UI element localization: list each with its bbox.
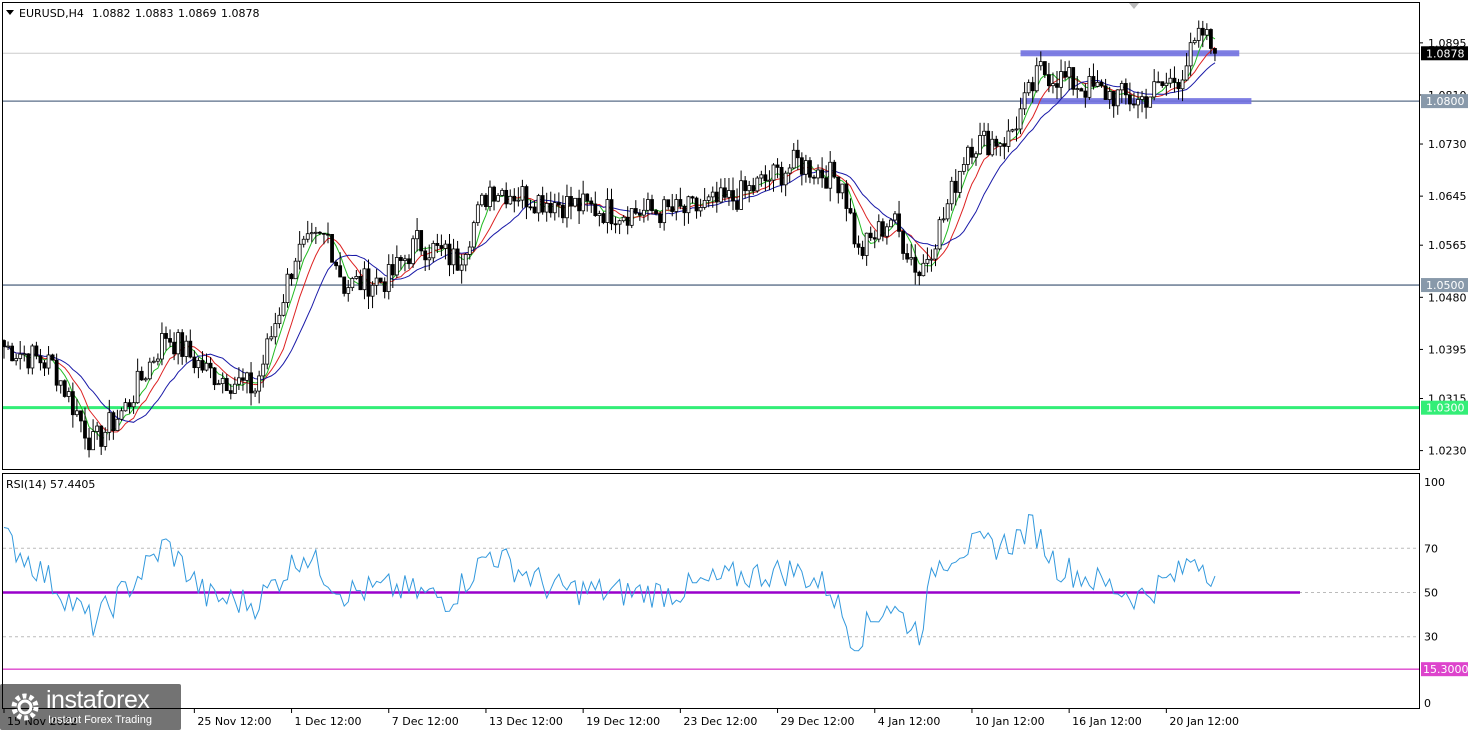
candle (475, 201, 480, 226)
candle (755, 175, 760, 193)
candle (285, 268, 290, 308)
logo-brand: instaforex (46, 686, 150, 714)
time-tick-label: 23 Dec 12:00 (683, 715, 757, 728)
ohlc-close: 1.0878 (221, 7, 260, 20)
price-tick-label: 1.0480 (1428, 291, 1467, 304)
gear-logo-icon (11, 693, 39, 721)
price-tick-label: 1.0565 (1428, 239, 1467, 252)
price-tag-label: 1.0300 (1426, 402, 1465, 415)
logo-tagline: Instant Forex Trading (48, 714, 152, 726)
rsi-tick-label: 30 (1424, 631, 1438, 644)
rsi-tag-label: 15.3000 (1423, 663, 1469, 676)
candle (937, 216, 942, 251)
candle (62, 379, 67, 398)
time-tick-label: 20 Jan 12:00 (1169, 715, 1239, 728)
candle (293, 257, 298, 280)
price-tag-label: 1.0878 (1426, 47, 1465, 60)
instaforex-logo: instaforex Instant Forex Trading (0, 684, 181, 730)
time-tick-label: 13 Dec 12:00 (489, 715, 563, 728)
rsi-label: RSI(14) 57.4405 (6, 478, 95, 491)
price-tick-label: 1.0645 (1428, 190, 1467, 203)
candle (330, 233, 334, 263)
time-tick-label: 1 Dec 12:00 (295, 715, 362, 728)
price-tick-label: 1.0395 (1428, 343, 1467, 356)
rsi-tick-label: 0 (1424, 697, 1431, 710)
price-tick-label: 1.0730 (1428, 138, 1467, 151)
candle (573, 197, 577, 208)
time-tick-label: 19 Dec 12:00 (586, 715, 660, 728)
ohlc-low: 1.0869 (178, 7, 217, 20)
candle (601, 211, 606, 225)
price-tag-label: 1.0500 (1426, 279, 1465, 292)
candle (411, 235, 415, 268)
candle (479, 192, 484, 207)
candle (629, 208, 634, 229)
time-tick-label: 4 Jan 12:00 (878, 715, 941, 728)
candle (1148, 96, 1153, 108)
ohlc-high: 1.0883 (135, 7, 174, 20)
rsi-tick-label: 50 (1424, 587, 1438, 600)
candle (342, 276, 347, 297)
candle (50, 353, 55, 361)
price-tick-label: 1.0230 (1428, 445, 1467, 458)
candle (265, 333, 270, 370)
time-tick-label: 16 Jan 12:00 (1072, 715, 1142, 728)
price-tag-label: 1.0800 (1426, 95, 1465, 108)
candle (832, 159, 837, 179)
time-tick-label: 29 Dec 12:00 (781, 715, 855, 728)
ohlc-open: 1.0882 (92, 7, 131, 20)
time-tick-label: 25 Nov 12:00 (197, 715, 271, 728)
rsi-tick-label: 100 (1424, 476, 1445, 489)
candle (852, 208, 857, 248)
candle (471, 220, 476, 252)
zone-rectangle[interactable] (1020, 98, 1252, 105)
time-tick-label: 10 Jan 12:00 (975, 715, 1045, 728)
time-tick-label: 7 Dec 12:00 (392, 715, 459, 728)
chart-stage: 1.08951.08101.07301.06451.05651.04801.03… (0, 0, 1470, 730)
rsi-tick-label: 70 (1424, 542, 1438, 555)
symbol-label: EURUSD,H4 (19, 7, 84, 20)
